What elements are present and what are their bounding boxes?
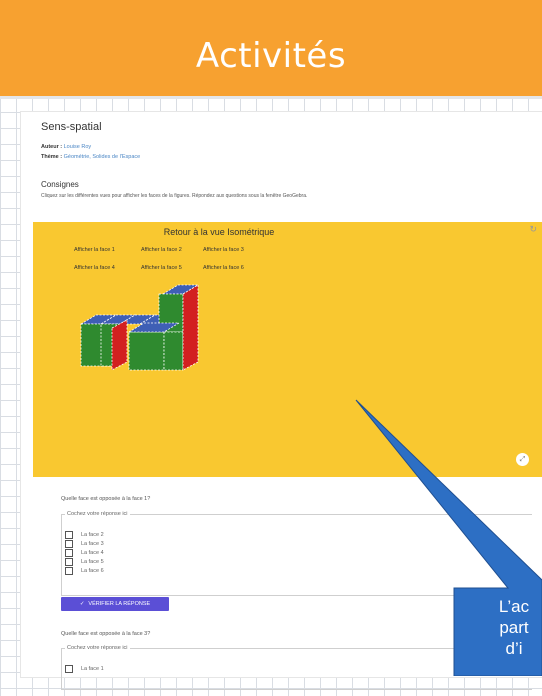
callout-line-2: part	[499, 618, 529, 637]
callout-bubble	[355, 399, 542, 676]
callout-line-1: L’ac	[498, 597, 530, 616]
callout-line-3: d’i	[505, 639, 523, 658]
callout-text: L’ac part d’i	[454, 596, 542, 696]
